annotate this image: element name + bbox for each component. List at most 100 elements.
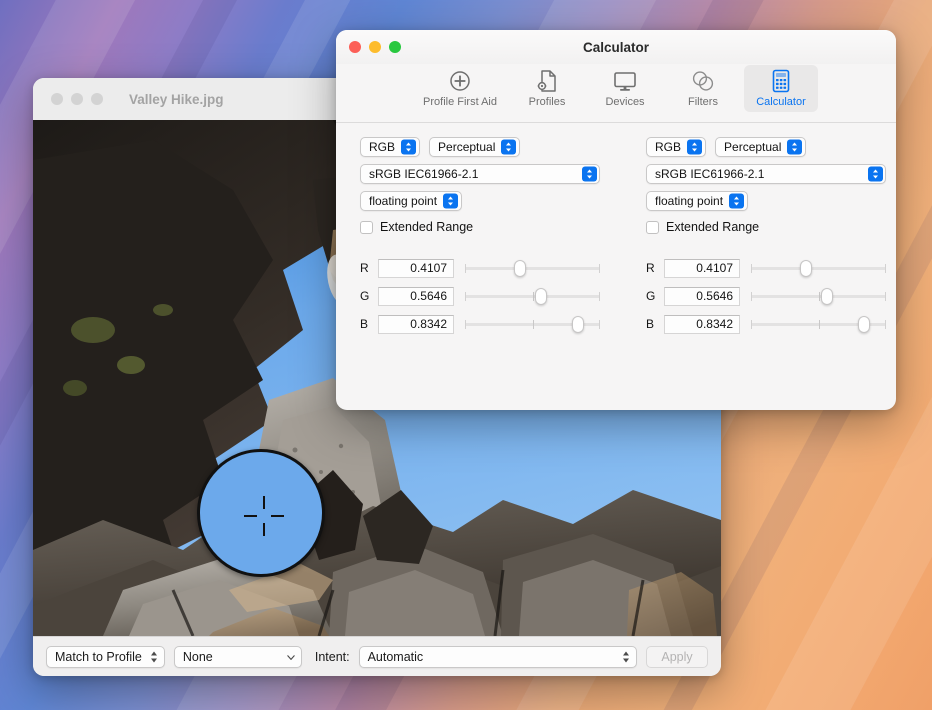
calculator-zoom-button[interactable] (389, 41, 401, 53)
left-intent-popup[interactable]: Perceptual (429, 137, 521, 157)
calculator-close-button[interactable] (349, 41, 361, 53)
chevron-up-down-icon (501, 139, 517, 155)
left-channel-value-g[interactable]: 0.5646 (378, 286, 454, 306)
desktop-wallpaper: Valley Hike.jpg Match to Profile None In… (0, 0, 932, 710)
calculator-window-title: Calculator (582, 39, 650, 55)
right-extended-range-checkbox[interactable] (646, 220, 659, 234)
left-datatype-popup[interactable]: floating point (360, 191, 463, 211)
left-intent-label: Perceptual (438, 140, 496, 154)
right-colorspace-label: RGB (655, 140, 682, 154)
right-colorspace-popup[interactable]: RGB (646, 137, 707, 157)
toolbar-item-profiles[interactable]: Profiles (510, 65, 584, 112)
toolbar-label-profiles: Profiles (528, 96, 566, 108)
slider-thumb[interactable] (821, 288, 834, 305)
calculator-toolbar: Profile First Aid Profiles Devices Filte… (336, 64, 896, 123)
toolbar-item-filters[interactable]: Filters (666, 65, 740, 112)
intent-popup[interactable]: Automatic (358, 645, 637, 668)
slider-tick-mid (818, 292, 820, 301)
left-extended-range-checkbox[interactable] (360, 220, 373, 234)
intent-label: Intent: (314, 649, 350, 664)
toolbar-label-profile-first-aid: Profile First Aid (423, 96, 497, 108)
left-channel-row-g: G 0.5646 (360, 286, 600, 306)
right-channel-row-b: B 0.8342 (646, 314, 886, 334)
slider-thumb[interactable] (571, 316, 584, 333)
right-extended-range-row[interactable]: Extended Range (646, 220, 886, 234)
color-picker-loupe[interactable] (197, 449, 325, 577)
toolbar-item-calculator[interactable]: Calculator (744, 65, 818, 112)
left-extended-range-row[interactable]: Extended Range (360, 220, 600, 234)
slider-thumb[interactable] (514, 260, 527, 277)
slider-thumb[interactable] (857, 316, 870, 333)
image-minimize-button[interactable] (71, 93, 83, 105)
calculator-icon (772, 68, 790, 94)
chevron-up-down-icon (623, 651, 629, 662)
plus-circle-icon (449, 68, 471, 94)
chevron-up-down-icon (868, 166, 883, 182)
right-channel-slider-g[interactable] (751, 287, 886, 305)
right-profile-popup[interactable]: sRGB IEC61966-2.1 (646, 164, 886, 184)
left-datatype-label: floating point (369, 194, 438, 208)
right-top-popups-row: RGB Perceptual (646, 137, 886, 157)
slider-tick-max (599, 320, 600, 329)
profile-popup[interactable]: None (173, 645, 302, 668)
toolbar-item-devices[interactable]: Devices (588, 65, 662, 112)
toolbar-item-profile-first-aid[interactable]: Profile First Aid (414, 65, 506, 112)
document-gear-icon (536, 68, 558, 94)
slider-tick-min (751, 292, 752, 301)
slider-tick-max (599, 292, 600, 301)
toolbar-label-calculator: Calculator (756, 96, 806, 108)
left-channel-value-r[interactable]: 0.4107 (378, 258, 454, 278)
slider-tick-min (751, 320, 752, 329)
image-window-title: Valley Hike.jpg (129, 91, 224, 107)
slider-tick-mid (818, 320, 820, 329)
right-channel-value-b[interactable]: 0.8342 (664, 314, 740, 334)
left-channel-sliders: R 0.4107 G 0.5646 B 0.8342 (360, 258, 600, 334)
match-to-profile-label: Match to Profile (55, 649, 142, 664)
slider-tick-mid (532, 320, 534, 329)
toolbar-label-filters: Filters (688, 96, 718, 108)
calculator-window[interactable]: Calculator Profile First Aid Profiles De… (336, 30, 896, 410)
slider-track (751, 267, 886, 270)
display-icon (613, 68, 637, 94)
right-channel-name-b: B (646, 317, 655, 331)
slider-thumb[interactable] (800, 260, 813, 277)
slider-tick-min (465, 292, 466, 301)
right-intent-popup[interactable]: Perceptual (715, 137, 807, 157)
slider-tick-max (885, 264, 886, 273)
right-intent-label: Perceptual (724, 140, 782, 154)
image-zoom-button[interactable] (91, 93, 103, 105)
right-channel-name-r: R (646, 261, 655, 275)
right-channel-value-r[interactable]: 0.4107 (664, 258, 740, 278)
chevron-up-down-icon (729, 193, 745, 209)
right-datatype-popup[interactable]: floating point (646, 191, 749, 211)
right-channel-slider-r[interactable] (751, 259, 886, 277)
calculator-body: RGB Perceptual sRGB IEC61966-2.1 floatin… (336, 123, 896, 410)
left-channel-name-r: R (360, 261, 369, 275)
slider-tick-max (885, 320, 886, 329)
slider-tick-max (885, 292, 886, 301)
loupe-crosshair-center-gap (257, 509, 271, 523)
match-to-profile-popup[interactable]: Match to Profile (46, 645, 165, 668)
calculator-titlebar[interactable]: Calculator (336, 30, 896, 64)
chevron-up-down-icon (443, 193, 459, 209)
calculator-minimize-button[interactable] (369, 41, 381, 53)
slider-tick-min (751, 264, 752, 273)
slider-thumb[interactable] (535, 288, 548, 305)
left-channel-slider-b[interactable] (465, 315, 600, 333)
left-channel-slider-r[interactable] (465, 259, 600, 277)
chevron-up-down-icon (150, 651, 157, 662)
right-channel-name-g: G (646, 289, 656, 303)
image-close-button[interactable] (51, 93, 63, 105)
left-channel-value-b[interactable]: 0.8342 (378, 314, 454, 334)
left-colorspace-popup[interactable]: RGB (360, 137, 421, 157)
chevron-up-down-icon (582, 166, 597, 182)
left-channel-slider-g[interactable] (465, 287, 600, 305)
left-profile-popup[interactable]: sRGB IEC61966-2.1 (360, 164, 600, 184)
right-profile-label: sRGB IEC61966-2.1 (655, 167, 765, 181)
left-color-panel: RGB Perceptual sRGB IEC61966-2.1 floatin… (360, 137, 600, 342)
right-channel-value-g[interactable]: 0.5646 (664, 286, 740, 306)
toolbar-label-devices: Devices (605, 96, 645, 108)
right-channel-slider-b[interactable] (751, 315, 886, 333)
venn-circles-icon (691, 68, 715, 94)
apply-button[interactable]: Apply (646, 645, 708, 668)
